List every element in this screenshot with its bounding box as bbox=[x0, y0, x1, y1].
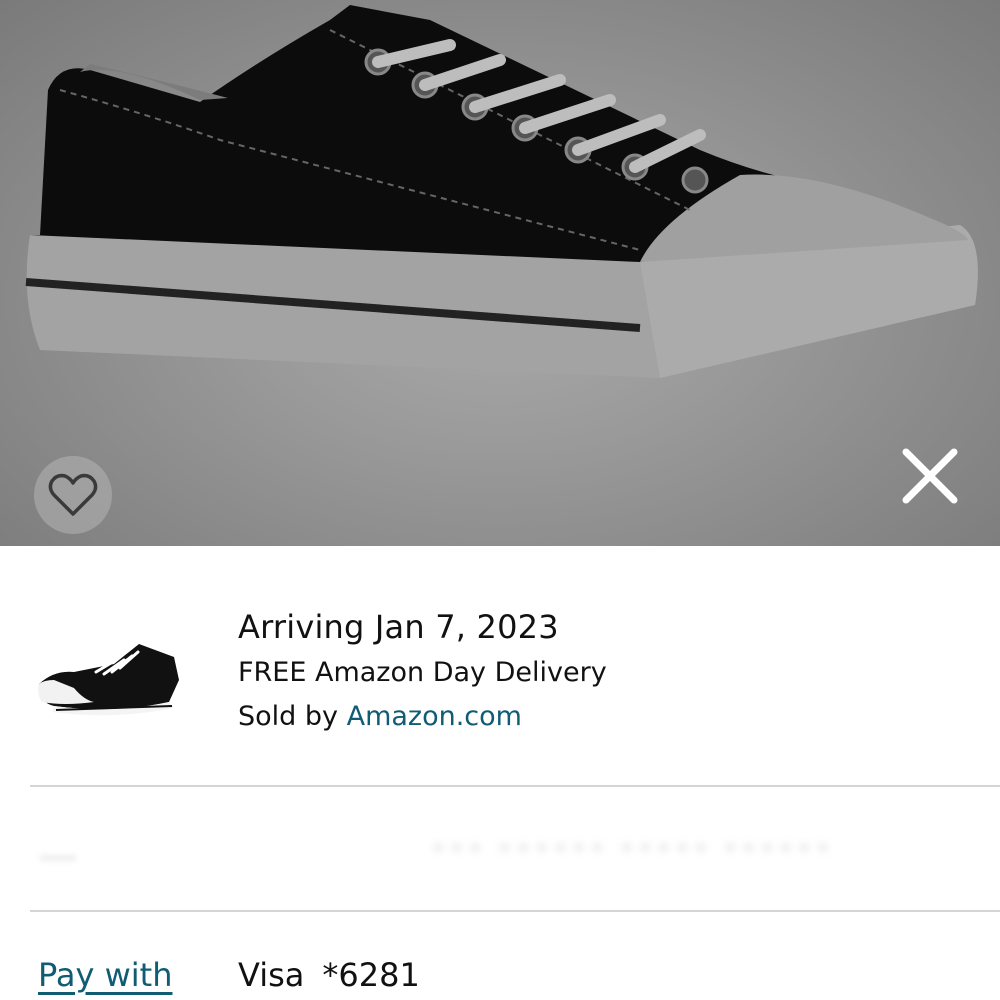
delivery-type: FREE Amazon Day Delivery bbox=[238, 657, 607, 688]
favorite-button[interactable] bbox=[34, 456, 112, 534]
sneaker-thumbnail[interactable] bbox=[34, 622, 184, 722]
sneaker-image bbox=[25, 5, 978, 378]
redacted-text: ••• •••••• ••••• •••••• bbox=[430, 832, 834, 865]
card-number: *6281 bbox=[322, 956, 420, 994]
pay-with-link[interactable]: Pay with bbox=[38, 956, 172, 994]
product-image-area bbox=[0, 0, 1000, 546]
sold-by-prefix: Sold by bbox=[238, 701, 338, 732]
arrival-date: Arriving Jan 7, 2023 bbox=[238, 608, 559, 646]
sold-by: Sold by Amazon.com bbox=[238, 701, 522, 732]
card-brand: Visa bbox=[238, 956, 305, 994]
close-button[interactable] bbox=[892, 438, 968, 514]
redacted-mark bbox=[40, 855, 76, 861]
divider bbox=[30, 785, 1000, 787]
divider bbox=[30, 910, 1000, 912]
close-x-icon bbox=[902, 448, 958, 504]
heart-outline-icon bbox=[48, 473, 98, 516]
seller-link[interactable]: Amazon.com bbox=[347, 701, 522, 732]
payment-method[interactable]: Visa *6281 bbox=[238, 956, 420, 994]
